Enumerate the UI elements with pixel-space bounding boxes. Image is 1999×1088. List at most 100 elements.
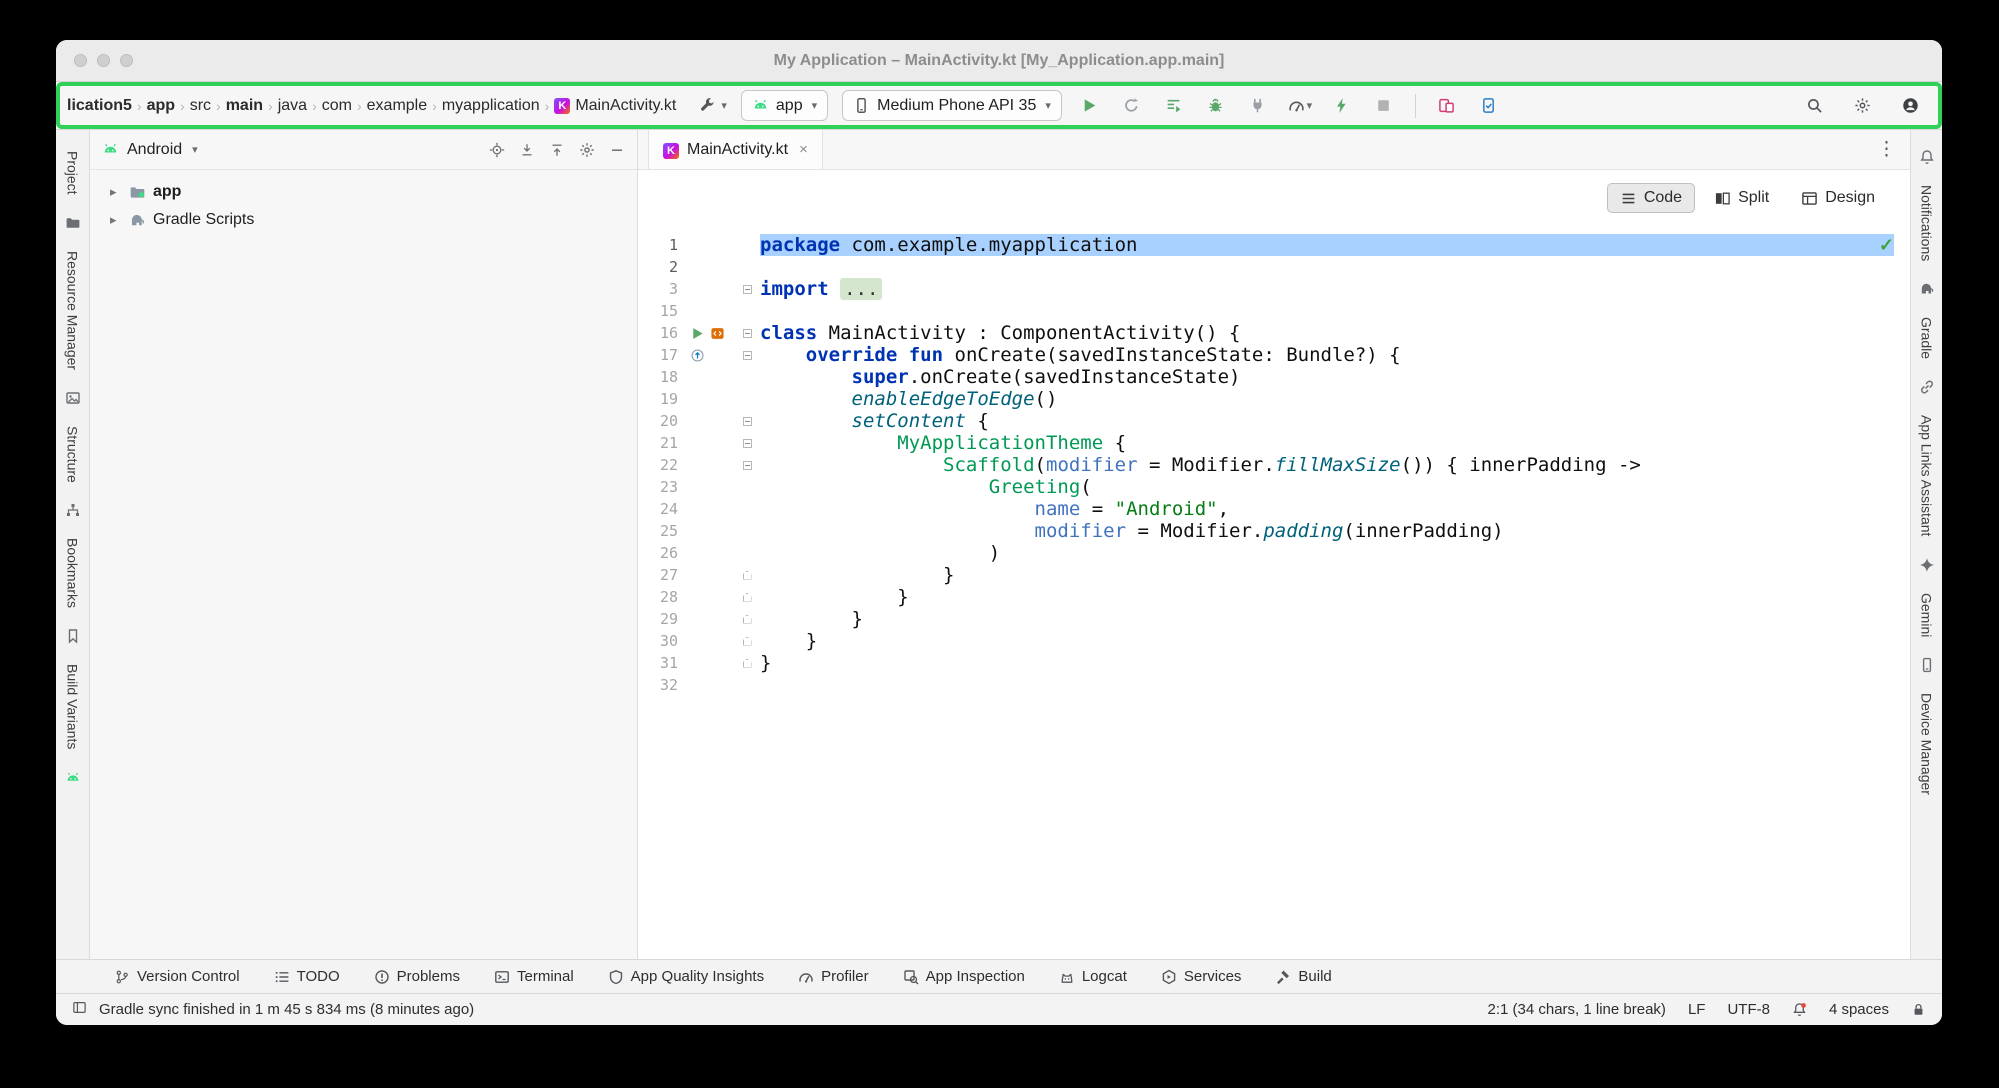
fold-column[interactable] — [734, 439, 760, 448]
tool-button-app-inspection[interactable]: App Inspection — [903, 968, 1025, 985]
structure-icon[interactable] — [65, 502, 81, 518]
run-button[interactable] — [1076, 92, 1104, 120]
code-line[interactable]: 17 override fun onCreate(savedInstanceSt… — [638, 344, 1910, 366]
fold-collapse-icon[interactable] — [743, 285, 752, 294]
tool-notifications[interactable]: Notifications — [1919, 185, 1935, 261]
fold-column[interactable] — [734, 593, 760, 602]
profile-low-overhead-button[interactable] — [1328, 92, 1356, 120]
chevron-right-icon[interactable]: ▸ — [110, 184, 122, 200]
layout-button[interactable] — [72, 1000, 87, 1015]
tab-mainactivity[interactable]: K MainActivity.kt × — [648, 130, 823, 169]
view-toggle-design[interactable]: Design — [1788, 183, 1888, 213]
minimize-icon[interactable] — [609, 142, 625, 158]
fold-column[interactable] — [734, 637, 760, 646]
stop-button[interactable] — [1370, 92, 1398, 120]
tool-device-manager[interactable]: Device Manager — [1919, 693, 1935, 795]
indent-setting[interactable]: 4 spaces — [1829, 1001, 1889, 1018]
run-config-selector[interactable]: app▾ — [741, 90, 828, 121]
code-line[interactable]: 27 } — [638, 564, 1910, 586]
breadcrumb-com[interactable]: com — [321, 97, 353, 115]
caret-position[interactable]: 2:1 (34 chars, 1 line break) — [1488, 1001, 1666, 1018]
tool-build-variants[interactable]: Build Variants — [65, 664, 81, 749]
attach-debugger-button[interactable] — [1244, 92, 1272, 120]
gradle-icon[interactable] — [1919, 281, 1935, 297]
fold-column[interactable] — [734, 351, 760, 360]
breadcrumb-src[interactable]: src — [189, 97, 212, 115]
code-line[interactable]: 22 Scaffold(modifier = Modifier.fillMaxS… — [638, 454, 1910, 476]
breadcrumb-java[interactable]: java — [277, 97, 308, 115]
notifications-icon[interactable] — [1919, 149, 1935, 165]
code-line[interactable]: 28 } — [638, 586, 1910, 608]
code-line[interactable]: 20 setContent { — [638, 410, 1910, 432]
debug-button[interactable] — [1202, 92, 1230, 120]
tool-structure[interactable]: Structure — [65, 426, 81, 483]
code-line[interactable]: 2 — [638, 256, 1910, 278]
fold-column[interactable] — [734, 659, 760, 668]
tool-app-links-assistant[interactable]: App Links Assistant — [1919, 415, 1935, 536]
fold-column[interactable] — [734, 329, 760, 338]
tool-button-app-quality-insights[interactable]: App Quality Insights — [608, 968, 764, 985]
code-line[interactable]: 32 — [638, 674, 1910, 696]
tool-project[interactable]: Project — [65, 151, 81, 195]
notification-icon[interactable] — [1792, 1002, 1807, 1017]
code-line[interactable]: 23 Greeting( — [638, 476, 1910, 498]
tool-gradle[interactable]: Gradle — [1919, 317, 1935, 359]
fold-column[interactable] — [734, 615, 760, 624]
tool-button-terminal[interactable]: Terminal — [494, 968, 574, 985]
code-line[interactable]: 16class MainActivity : ComponentActivity… — [638, 322, 1910, 344]
code-line[interactable]: 18 super.onCreate(savedInstanceState) — [638, 366, 1910, 388]
profile-avatar[interactable] — [1896, 92, 1924, 120]
device-selector[interactable]: Medium Phone API 35▾ — [842, 90, 1062, 121]
app-links-icon[interactable] — [1919, 379, 1935, 395]
code-line[interactable]: 25 modifier = Modifier.padding(innerPadd… — [638, 520, 1910, 542]
tool-gemini[interactable]: Gemini — [1919, 593, 1935, 637]
resource-manager-icon[interactable] — [65, 390, 81, 406]
settings-button[interactable] — [1848, 92, 1876, 120]
tree-item-gradle-scripts[interactable]: ▸Gradle Scripts — [90, 206, 637, 234]
code-line[interactable]: 30 } — [638, 630, 1910, 652]
override-gutter-icon[interactable] — [690, 348, 705, 363]
running-devices-button[interactable] — [1433, 92, 1461, 120]
locate-icon[interactable] — [489, 142, 505, 158]
device-manager-icon[interactable] — [1919, 657, 1935, 673]
chevron-right-icon[interactable]: ▸ — [110, 212, 122, 228]
code-line[interactable]: 31} — [638, 652, 1910, 674]
fold-end-icon[interactable] — [743, 571, 752, 580]
view-toggle-code[interactable]: Code — [1607, 183, 1695, 213]
code-line[interactable]: 26 ) — [638, 542, 1910, 564]
tool-button-problems[interactable]: Problems — [374, 968, 460, 985]
fold-end-icon[interactable] — [743, 593, 752, 602]
breadcrumb-main[interactable]: main — [225, 97, 264, 115]
build-variants-icon[interactable] — [65, 770, 81, 786]
fold-collapse-icon[interactable] — [743, 329, 752, 338]
project-view-selector[interactable]: Android — [127, 141, 182, 159]
code-line[interactable]: 3import ... — [638, 278, 1910, 300]
breadcrumb-mainactivity-kt[interactable]: KMainActivity.kt — [553, 97, 677, 115]
code-line[interactable]: 21 MyApplicationTheme { — [638, 432, 1910, 454]
fold-collapse-icon[interactable] — [743, 351, 752, 360]
search-everywhere-button[interactable] — [1800, 92, 1828, 120]
bookmark-icon[interactable] — [65, 628, 81, 644]
tool-button-logcat[interactable]: Logcat — [1059, 968, 1127, 985]
fold-column[interactable] — [734, 417, 760, 426]
fold-collapse-icon[interactable] — [743, 461, 752, 470]
code-line[interactable]: 24 name = "Android", — [638, 498, 1910, 520]
tool-button-version-control[interactable]: Version Control — [114, 968, 240, 985]
breadcrumb-example[interactable]: example — [366, 97, 428, 115]
gemini-icon[interactable] — [1919, 557, 1935, 573]
compose-gutter-icon[interactable] — [710, 326, 725, 341]
close-tab-icon[interactable]: × — [799, 141, 808, 158]
fold-column[interactable] — [734, 285, 760, 294]
gear-icon[interactable] — [579, 142, 595, 158]
close-window-button[interactable] — [74, 54, 87, 67]
fold-end-icon[interactable] — [743, 615, 752, 624]
project-folder-icon[interactable] — [65, 215, 81, 231]
fold-column[interactable] — [734, 571, 760, 580]
code-line[interactable]: 15 — [638, 300, 1910, 322]
file-encoding[interactable]: UTF-8 — [1727, 1001, 1770, 1018]
fold-column[interactable] — [734, 461, 760, 470]
zoom-window-button[interactable] — [120, 54, 133, 67]
more-options-icon[interactable]: ⋮ — [1863, 138, 1910, 161]
lock-icon[interactable] — [1911, 1002, 1926, 1017]
profiler-button[interactable]: ▾ — [1286, 92, 1314, 120]
